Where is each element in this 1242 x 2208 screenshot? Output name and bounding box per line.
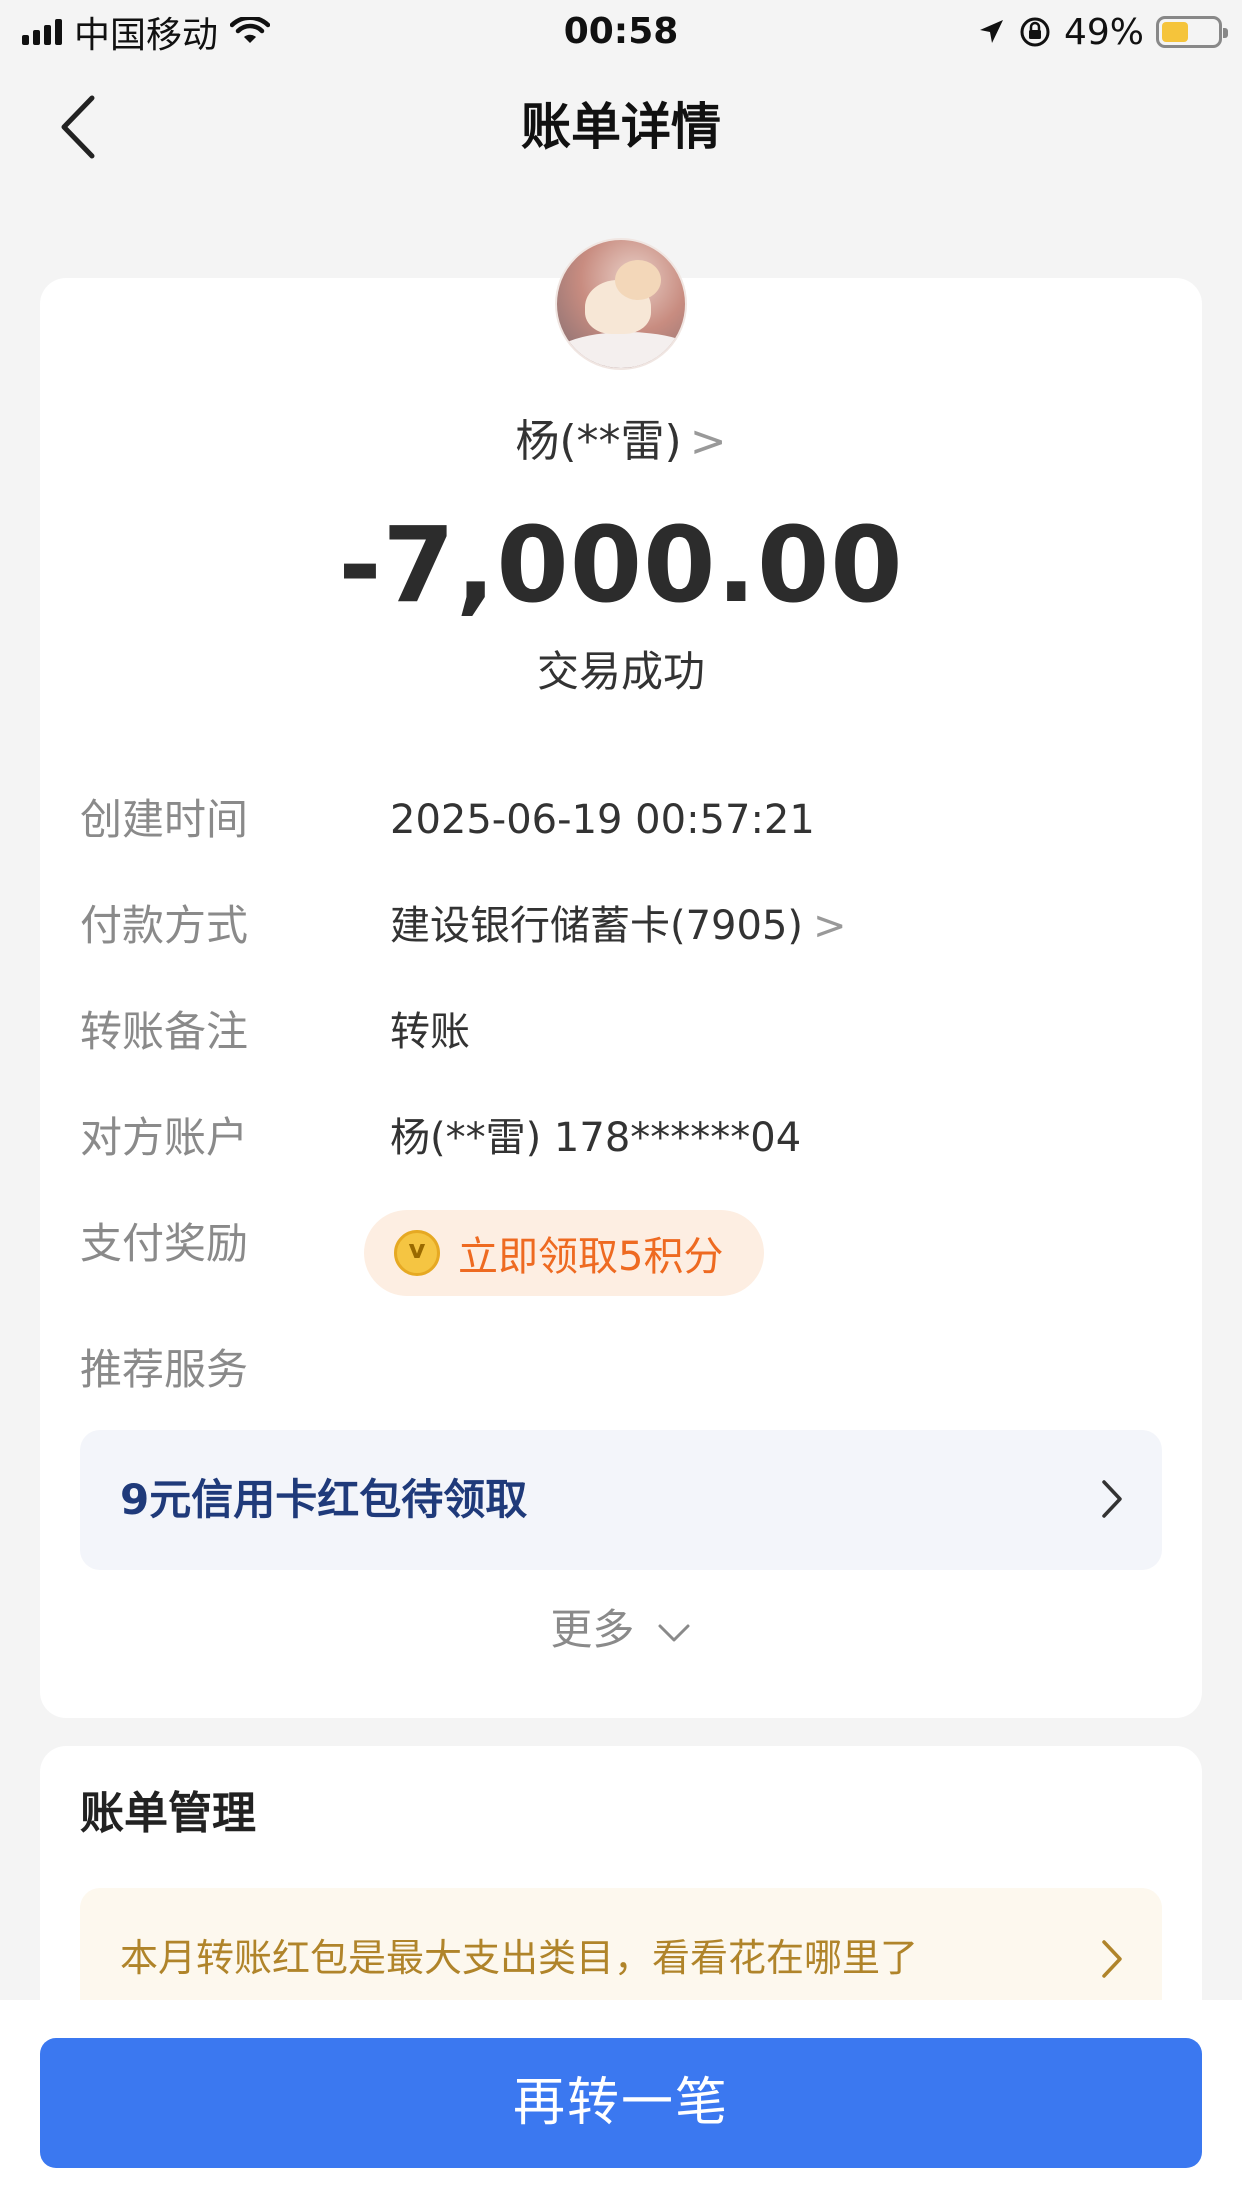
page-title: 账单详情: [521, 98, 721, 156]
transaction-status: 交易成功: [536, 647, 705, 696]
battery-percent: 49%: [1063, 11, 1144, 53]
created-time-value: 2025-06-19 00:57:21: [390, 797, 815, 843]
more-label: 更多: [550, 1605, 635, 1654]
status-right: 49%: [976, 10, 1228, 54]
coin-icon: [394, 1230, 440, 1276]
memo-value: 转账: [390, 1009, 470, 1055]
bill-management-title: 账单管理: [80, 1788, 256, 1839]
chevron-right-icon: >: [813, 903, 847, 949]
claim-points-button[interactable]: 立即领取5积分: [364, 1210, 764, 1296]
counterparty-account-label: 对方账户: [80, 1113, 249, 1162]
chevron-right-icon: [1102, 1480, 1122, 1518]
transaction-amount: -7,000.00: [338, 504, 904, 626]
chevron-right-icon: >: [689, 416, 727, 467]
status-bar: 中国移动 00:58 49%: [0, 0, 1242, 62]
transfer-again-button[interactable]: 再转一笔: [40, 2038, 1202, 2168]
chevron-down-icon: [658, 1624, 690, 1641]
credit-card-promo-text: 9元信用卡红包待领取: [120, 1475, 528, 1524]
spending-insight-text: 本月转账红包是最大支出类目，看看花在哪里了: [120, 1936, 919, 1980]
recommended-services-label: 推荐服务: [80, 1345, 249, 1394]
nav-bar: 账单详情: [0, 62, 1242, 192]
payment-method-link[interactable]: 建设银行储蓄卡(7905) >: [390, 896, 847, 956]
payee-link[interactable]: 杨(**雷) >: [0, 412, 1242, 472]
counterparty-account-value: 杨(**雷) 178******04: [390, 1115, 802, 1161]
payment-reward-label: 支付奖励: [80, 1219, 249, 1268]
memo-label: 转账备注: [80, 1007, 249, 1056]
credit-card-promo-item[interactable]: 9元信用卡红包待领取: [80, 1430, 1162, 1570]
orientation-lock-icon: [1020, 17, 1050, 47]
avatar[interactable]: [555, 238, 687, 370]
battery-icon: [1156, 16, 1228, 48]
payment-method-label: 付款方式: [80, 901, 249, 950]
more-toggle[interactable]: 更多: [0, 1600, 1242, 1660]
location-arrow-icon: [979, 20, 1003, 43]
bill-detail-page: 中国移动 00:58 49% 账单详情 杨(**雷) > -7,000.00 交…: [0, 0, 1242, 2208]
avatar-cat-head: [615, 260, 661, 300]
payee-name: 杨(**雷): [515, 416, 682, 467]
battery-fill: [1162, 22, 1189, 42]
created-time-label: 创建时间: [80, 795, 249, 844]
avatar-ground: [557, 332, 685, 368]
claim-points-label: 立即领取5积分: [458, 1234, 724, 1280]
chevron-right-icon: [1102, 1940, 1122, 1978]
payment-method-value: 建设银行储蓄卡(7905): [390, 903, 804, 949]
